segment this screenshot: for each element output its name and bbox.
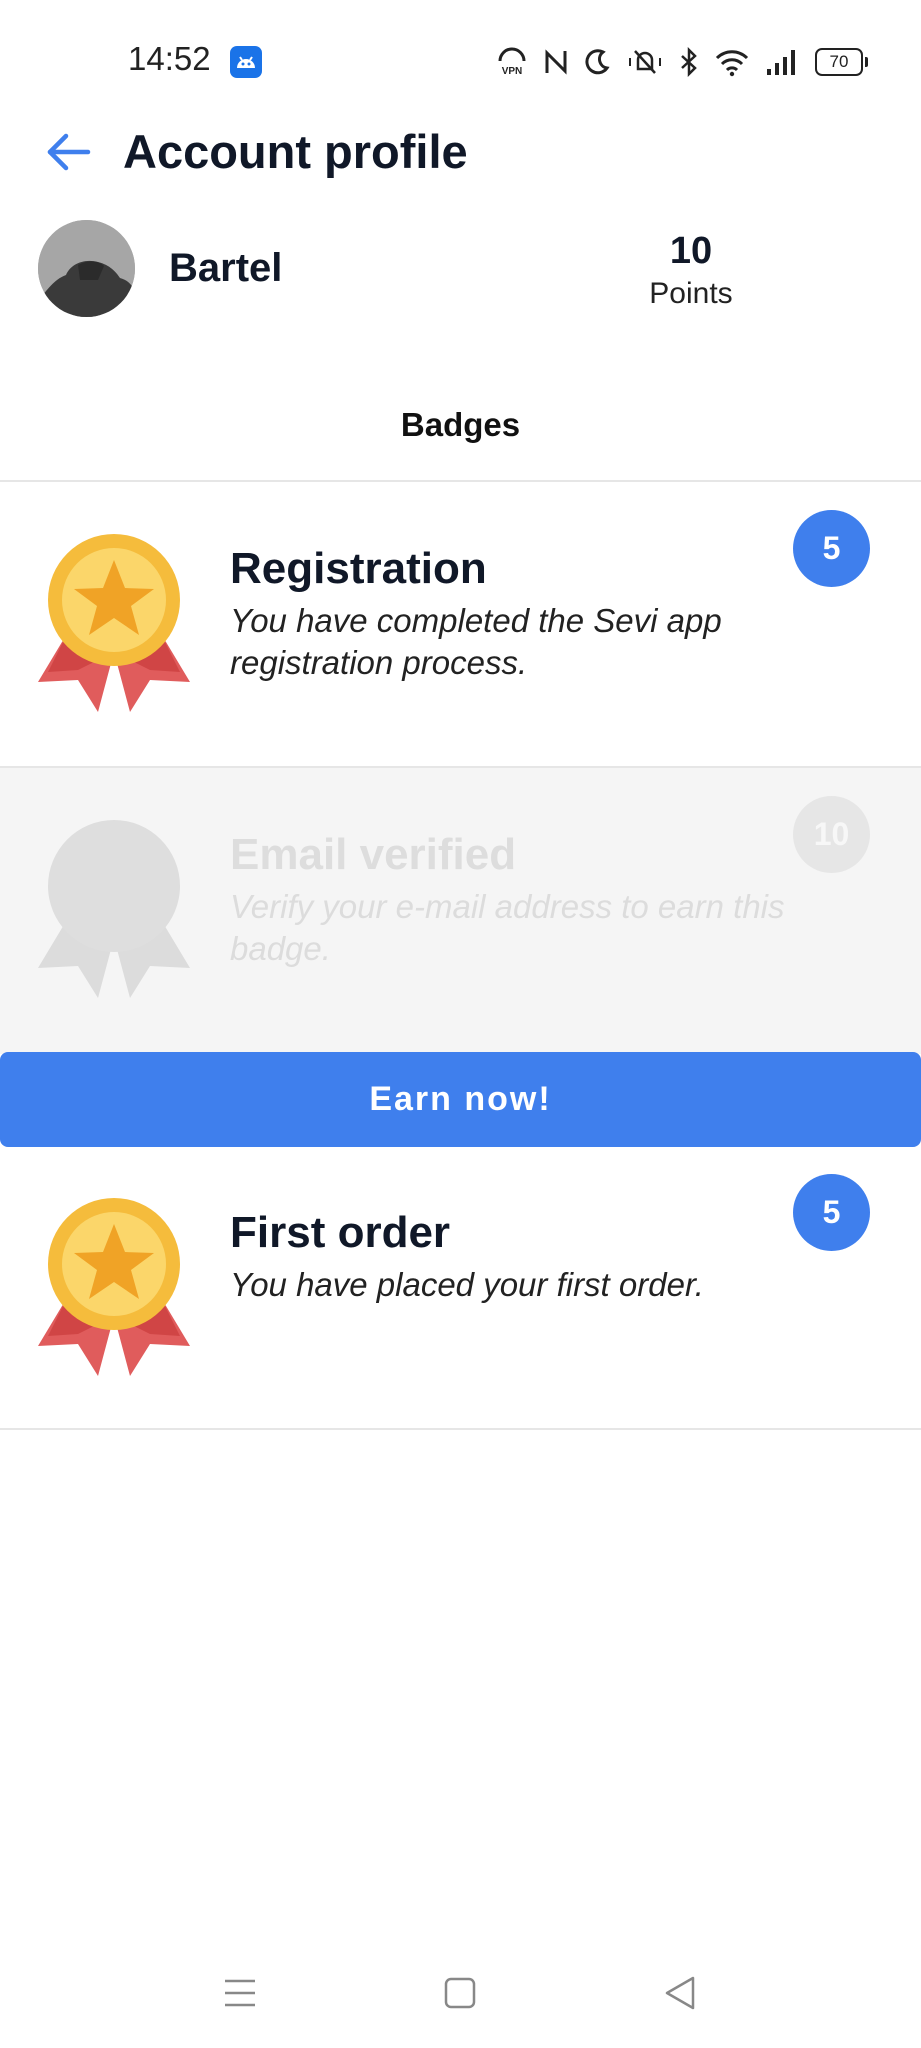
nav-menu-button[interactable] [210, 1968, 270, 2018]
tab-badges[interactable]: Badges [0, 406, 921, 444]
badge-title: Registration [230, 544, 487, 593]
points-label: Points [649, 277, 733, 310]
status-icons: VPN 70 [497, 44, 868, 80]
badge-title: First order [230, 1208, 451, 1257]
points-summary: 10 Points [620, 228, 762, 314]
badge-points: 5 [793, 1174, 870, 1251]
menu-icon [225, 1979, 255, 2007]
home-square-icon [444, 1977, 476, 2009]
signal-icon [765, 47, 799, 77]
page-title: Account profile [123, 125, 468, 178]
medal-icon [38, 1198, 190, 1376]
avatar[interactable] [38, 220, 135, 317]
android-icon [230, 46, 262, 78]
badge-title: Email verified [230, 830, 517, 879]
badge-card-registration: Registration You have completed the Sevi… [0, 482, 921, 766]
badge-description: You have placed your first order. [230, 1266, 704, 1303]
badge-card-first-order: First order You have placed your first o… [0, 1146, 921, 1428]
wifi-icon [715, 47, 749, 77]
svg-text:VPN: VPN [502, 66, 523, 77]
nav-home-button[interactable] [430, 1968, 490, 2018]
badge-card-email-verified: Email verified Verify your e-mail addres… [0, 768, 921, 1054]
earn-now-button[interactable]: Earn now! [0, 1052, 921, 1147]
mute-icon [627, 47, 663, 77]
medal-icon [38, 534, 190, 712]
badge-points: 5 [793, 510, 870, 587]
badge-description: You have completed the Sevi app registra… [230, 602, 722, 681]
moon-icon [585, 47, 611, 77]
back-button[interactable] [40, 126, 96, 178]
user-name: Bartel [169, 246, 283, 290]
battery-indicator: 70 [815, 48, 868, 76]
divider [0, 1428, 921, 1430]
bluetooth-icon [679, 47, 699, 77]
arrow-left-icon [47, 133, 91, 171]
back-triangle-icon [665, 1976, 695, 2010]
nav-back-button[interactable] [650, 1968, 710, 2018]
status-bar: 14:52 VPN 70 [0, 0, 921, 120]
locked-medal-icon [38, 820, 190, 998]
badge-description: Verify your e-mail address to earn this … [230, 888, 785, 967]
status-time: 14:52 [128, 40, 211, 77]
points-value: 10 [669, 230, 713, 272]
nfc-icon [543, 47, 569, 77]
badge-points: 10 [793, 796, 870, 873]
vpn-icon: VPN [497, 47, 527, 77]
